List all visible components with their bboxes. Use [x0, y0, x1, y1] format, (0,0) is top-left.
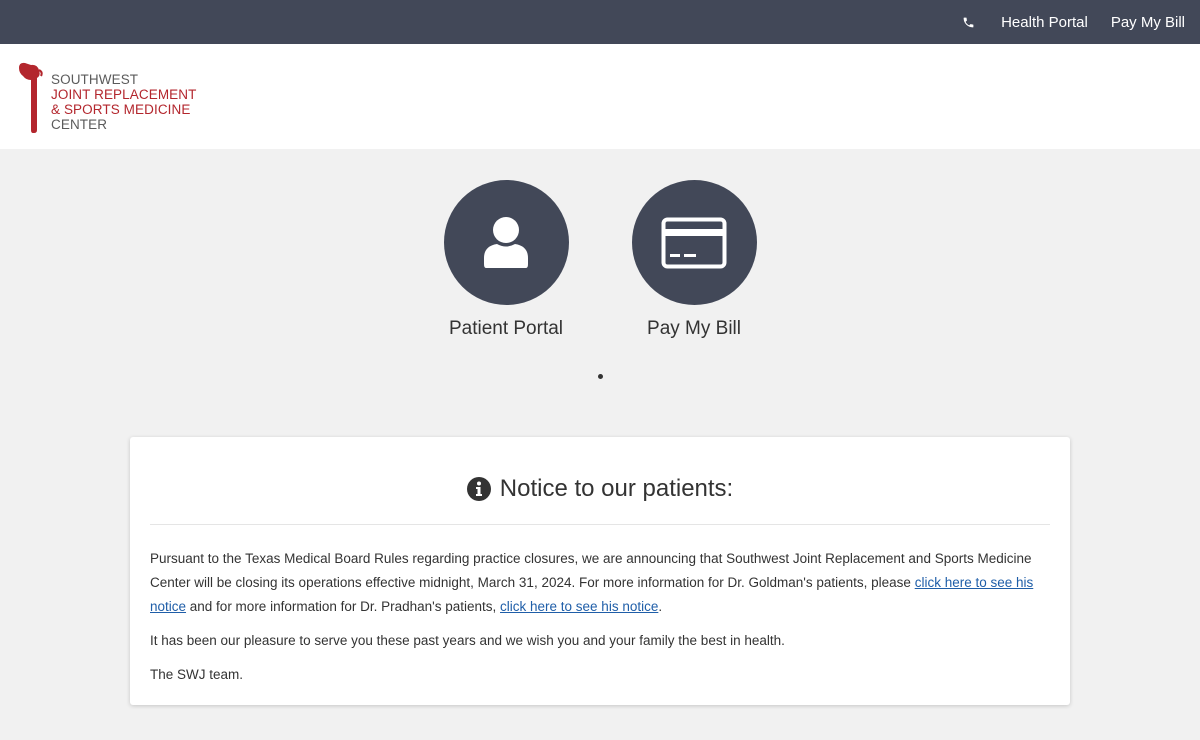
notice-card: Notice to our patients: Pursuant to the … — [130, 437, 1070, 705]
user-icon — [484, 216, 528, 268]
bone-logo-icon — [19, 62, 43, 133]
health-portal-link[interactable]: Health Portal — [1001, 14, 1088, 31]
logo-line-4: CENTER — [51, 117, 108, 132]
logo-line-3: & SPORTS MEDICINE — [51, 102, 191, 117]
pay-my-bill-label: Pay My Bill — [647, 318, 741, 339]
notice-header: Notice to our patients: — [150, 437, 1050, 525]
notice-text: Pursuant to the Texas Medical Board Rule… — [150, 551, 1032, 590]
pay-my-bill-circle — [631, 180, 757, 305]
notice-title: Notice to our patients: — [499, 474, 734, 502]
patient-portal-label: Patient Portal — [448, 318, 564, 339]
logo-line-2: JOINT REPLACEMENT — [51, 87, 197, 102]
carousel-dot[interactable] — [598, 374, 603, 379]
notice-text: . — [658, 599, 663, 614]
top-bar: Health Portal Pay My Bill — [0, 0, 1200, 44]
credit-card-icon — [661, 217, 727, 268]
phone-icon[interactable] — [961, 15, 975, 29]
pradhan-notice-link[interactable]: click here to see his notice — [500, 599, 658, 614]
site-header: SOUTHWEST JOINT REPLACEMENT & SPORTS MED… — [0, 44, 1200, 149]
quick-actions: Patient Portal Pay My Bill — [0, 149, 1200, 379]
info-icon — [466, 476, 491, 501]
logo-text: SOUTHWEST JOINT REPLACEMENT & SPORTS MED… — [51, 72, 196, 134]
notice-signature: The SWJ team. — [150, 667, 244, 682]
patient-portal-circle — [443, 180, 569, 305]
pay-my-bill-link[interactable]: Pay My Bill — [1111, 14, 1185, 31]
pay-my-bill-button[interactable]: Pay My Bill — [619, 180, 769, 340]
site-logo[interactable]: SOUTHWEST JOINT REPLACEMENT & SPORTS MED… — [17, 60, 217, 134]
notice-body: Pursuant to the Texas Medical Board Rule… — [150, 525, 1050, 687]
patient-portal-button[interactable]: Patient Portal — [431, 180, 581, 340]
notice-paragraph-2: It has been our pleasure to serve you th… — [150, 633, 785, 648]
logo-line-1: SOUTHWEST — [51, 72, 139, 87]
notice-paragraph-1: Pursuant to the Texas Medical Board Rule… — [150, 547, 1050, 619]
notice-text: and for more information for Dr. Pradhan… — [186, 599, 501, 614]
